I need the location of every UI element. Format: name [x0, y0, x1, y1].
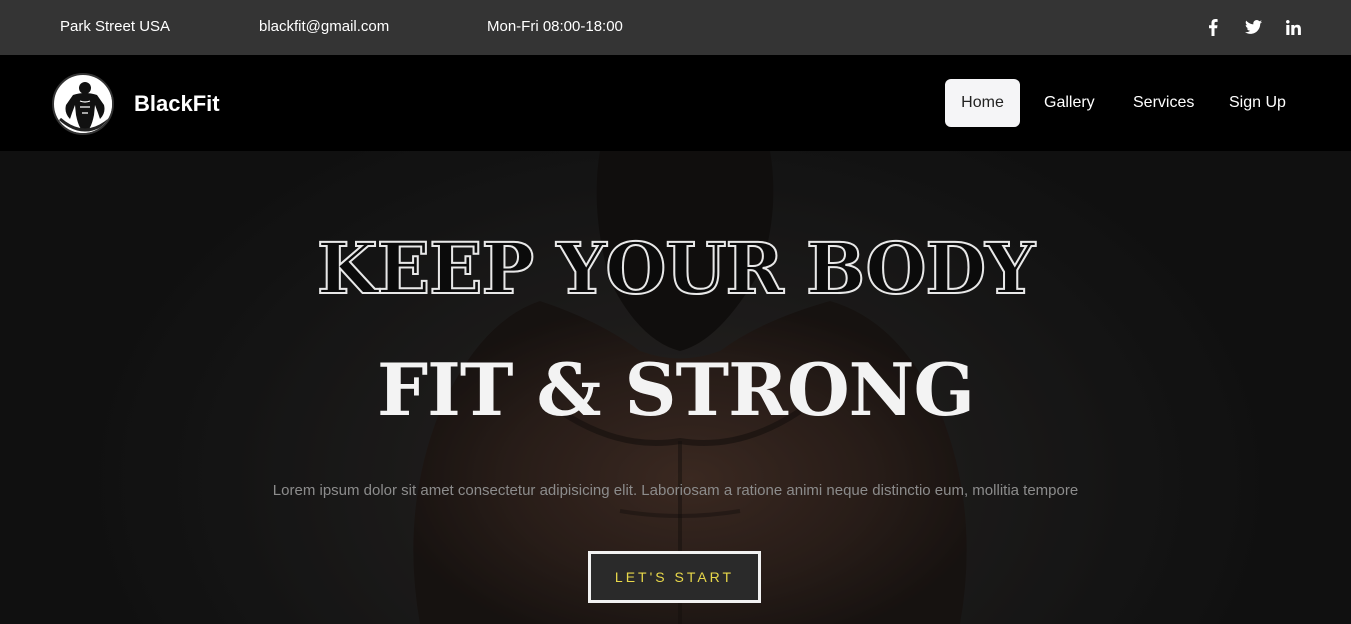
bodybuilder-logo-icon[interactable] — [52, 73, 114, 135]
address-text: Park Street USA — [60, 18, 171, 35]
nav-gallery[interactable]: Gallery — [1044, 79, 1095, 127]
main-navbar: BlackFit Home Gallery Services Sign Up — [0, 55, 1351, 151]
nav-home[interactable]: Home — [945, 79, 1020, 127]
hero-headline-solid: FIT & STRONG — [377, 347, 975, 432]
hero-section: KEEP YOUR BODY FIT & STRONG Lorem ipsum … — [0, 151, 1351, 624]
top-info-bar: Park Street USA blackfit@gmail.com Mon-F… — [0, 0, 1351, 55]
social-links — [1193, 14, 1313, 40]
twitter-icon[interactable] — [1233, 14, 1273, 40]
brand-name[interactable]: BlackFit — [134, 91, 220, 117]
hours-text: Mon-Fri 08:00-18:00 — [487, 18, 623, 35]
hero-lead-text: Lorem ipsum dolor sit amet consectetur a… — [272, 482, 1079, 499]
linkedin-icon[interactable] — [1273, 14, 1313, 40]
email-text: blackfit@gmail.com — [259, 18, 390, 35]
lets-start-button[interactable]: LET'S START — [588, 551, 761, 603]
nav-services[interactable]: Services — [1133, 79, 1194, 127]
nav-sign-up[interactable]: Sign Up — [1229, 79, 1286, 127]
facebook-icon[interactable] — [1193, 14, 1233, 40]
hero-headline-outline: KEEP YOUR BODY — [316, 227, 1036, 310]
